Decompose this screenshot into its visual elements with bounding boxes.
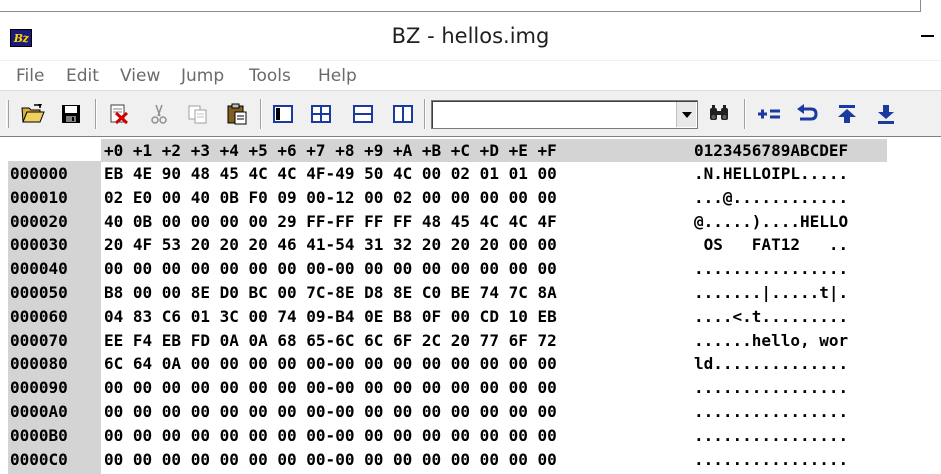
menu-tools[interactable]: Tools xyxy=(249,66,291,86)
menu-jump[interactable]: Jump xyxy=(181,66,224,86)
row-hex-bytes[interactable]: 00 00 00 00 00 00 00 00-00 00 00 00 00 0… xyxy=(104,378,557,397)
hex-row[interactable]: 000090 00 00 00 00 00 00 00 00-00 00 00 0… xyxy=(0,378,941,402)
menu-bar: File Edit View Jump Tools Help xyxy=(0,60,941,90)
add-offset-icon[interactable] xyxy=(756,101,782,127)
row-ascii[interactable]: ....<.t......... xyxy=(694,307,848,326)
background-window-edge xyxy=(0,0,941,13)
row-ascii[interactable]: .N.HELLOIPL..... xyxy=(694,164,848,183)
row-hex-bytes[interactable]: 04 83 C6 01 3C 00 74 09-B4 0E B8 0F 00 C… xyxy=(104,307,557,326)
row-address: 000050 xyxy=(10,283,68,302)
row-address: 0000C0 xyxy=(10,449,68,469)
menu-edit[interactable]: Edit xyxy=(66,66,99,86)
hex-editor-view[interactable]: +0 +1 +2 +3 +4 +5 +6 +7 +8 +9 +A +B +C +… xyxy=(0,136,941,474)
row-ascii[interactable]: ...@............ xyxy=(694,188,848,207)
toolbar-separator xyxy=(744,99,746,129)
row-address: 0000B0 xyxy=(10,425,68,445)
menu-view[interactable]: View xyxy=(120,66,160,86)
hex-row[interactable]: 000040 00 00 00 00 00 00 00 00-00 00 00 0… xyxy=(0,259,941,283)
row-address: 000010 xyxy=(10,187,68,207)
row-address: 000020 xyxy=(10,211,68,231)
hex-row[interactable]: 000070 EE F4 EB FD 0A 0A 68 65-6C 6C 6F 2… xyxy=(0,331,941,355)
hex-row[interactable]: 000010 02 E0 00 40 0B F0 09 00-12 00 02 0… xyxy=(0,188,941,212)
row-hex-bytes[interactable]: 40 0B 00 00 00 00 29 FF-FF FF FF 48 45 4… xyxy=(104,212,557,231)
row-ascii[interactable]: ................ xyxy=(694,402,848,421)
split-horizontal-icon[interactable] xyxy=(350,101,376,127)
toolbar-grip[interactable] xyxy=(6,100,9,128)
row-hex-bytes[interactable]: EB 4E 90 48 45 4C 4C 4F-49 50 4C 00 02 0… xyxy=(104,164,557,183)
menu-help[interactable]: Help xyxy=(318,66,357,86)
split-vertical-icon[interactable] xyxy=(390,101,416,127)
row-ascii[interactable]: @.....)....HELLO xyxy=(694,212,848,231)
hex-row[interactable]: 0000A0 00 00 00 00 00 00 00 00-00 00 00 0… xyxy=(0,402,941,426)
open-icon[interactable] xyxy=(20,101,46,127)
row-address: 0000A0 xyxy=(10,402,68,421)
back-icon[interactable] xyxy=(794,101,820,127)
hex-row[interactable]: 0000C0 00 00 00 00 00 00 00 00-00 00 00 0… xyxy=(0,450,941,474)
row-address: 000000 xyxy=(10,164,68,183)
toolbar-separator xyxy=(424,99,426,129)
copy-icon[interactable] xyxy=(185,101,211,127)
row-address: 000070 xyxy=(10,330,68,350)
ascii-column-header: 0123456789ABCDEF xyxy=(694,141,849,160)
title-bar[interactable]: Bz BZ - hellos.img xyxy=(0,13,941,60)
toolbar-separator xyxy=(95,99,97,129)
view-mode-2-icon[interactable] xyxy=(308,101,334,127)
menu-file[interactable]: File xyxy=(16,66,44,86)
find-icon[interactable] xyxy=(706,101,732,127)
row-hex-bytes[interactable]: 6C 64 0A 00 00 00 00 00-00 00 00 00 00 0… xyxy=(104,354,557,373)
save-icon[interactable] xyxy=(58,101,84,127)
minimize-button[interactable] xyxy=(913,13,941,60)
search-combo[interactable] xyxy=(431,100,698,129)
row-hex-bytes[interactable]: EE F4 EB FD 0A 0A 68 65-6C 6C 6F 2C 20 7… xyxy=(104,331,557,350)
hex-row[interactable]: 000020 40 0B 00 00 00 00 29 FF-FF FF FF 4… xyxy=(0,212,941,236)
hex-row[interactable]: 000060 04 83 C6 01 3C 00 74 09-B4 0E B8 0… xyxy=(0,307,941,331)
row-address: 000090 xyxy=(10,378,68,398)
column-header: +0 +1 +2 +3 +4 +5 +6 +7 +8 +9 +A +B +C +… xyxy=(0,139,941,162)
row-ascii[interactable]: ld.............. xyxy=(694,354,848,373)
row-hex-bytes[interactable]: 00 00 00 00 00 00 00 00-00 00 00 00 00 0… xyxy=(104,402,557,421)
hex-row[interactable]: 000080 6C 64 0A 00 00 00 00 00-00 00 00 0… xyxy=(0,354,941,378)
toolbar xyxy=(0,90,941,136)
row-ascii[interactable]: ................ xyxy=(694,426,848,445)
row-address: 000080 xyxy=(10,354,68,374)
row-ascii[interactable]: OS FAT12 .. xyxy=(694,235,849,254)
row-ascii[interactable]: ................ xyxy=(694,378,848,397)
row-hex-bytes[interactable]: B8 00 00 8E D0 BC 00 7C-8E D8 8E C0 BE 7… xyxy=(104,283,557,302)
delete-icon[interactable] xyxy=(106,101,132,127)
row-address: 000040 xyxy=(10,259,68,279)
toolbar-separator xyxy=(260,99,262,129)
hex-row[interactable]: 000050 B8 00 00 8E D0 BC 00 7C-8E D8 8E C… xyxy=(0,283,941,307)
row-hex-bytes[interactable]: 20 4F 53 20 20 20 46 41-54 31 32 20 20 2… xyxy=(104,235,557,254)
row-hex-bytes[interactable]: 02 E0 00 40 0B F0 09 00-12 00 02 00 00 0… xyxy=(104,188,557,207)
window-title: BZ - hellos.img xyxy=(391,24,550,48)
row-hex-bytes[interactable]: 00 00 00 00 00 00 00 00-00 00 00 00 00 0… xyxy=(104,259,557,278)
row-address: 000030 xyxy=(10,235,68,255)
hex-column-header: +0 +1 +2 +3 +4 +5 +6 +7 +8 +9 +A +B +C +… xyxy=(104,141,557,160)
chevron-down-icon[interactable] xyxy=(676,102,696,127)
jump-bottom-icon[interactable] xyxy=(873,101,899,127)
row-ascii[interactable]: ................ xyxy=(694,450,848,469)
row-ascii[interactable]: .......|.....t|. xyxy=(694,283,848,302)
hex-row[interactable]: 000030 20 4F 53 20 20 20 46 41-54 31 32 2… xyxy=(0,235,941,259)
hex-row[interactable]: 000000 EB 4E 90 48 45 4C 4C 4F-49 50 4C 0… xyxy=(0,164,941,188)
row-hex-bytes[interactable]: 00 00 00 00 00 00 00 00-00 00 00 00 00 0… xyxy=(104,426,557,445)
row-ascii[interactable]: ................ xyxy=(694,259,848,278)
paste-icon[interactable] xyxy=(224,101,250,127)
hex-row[interactable]: 0000B0 00 00 00 00 00 00 00 00-00 00 00 0… xyxy=(0,426,941,450)
row-hex-bytes[interactable]: 00 00 00 00 00 00 00 00-00 00 00 00 00 0… xyxy=(104,450,557,469)
cut-icon[interactable] xyxy=(146,101,172,127)
jump-top-icon[interactable] xyxy=(834,101,860,127)
row-address: 000060 xyxy=(10,306,68,326)
row-ascii[interactable]: ......hello, wor xyxy=(694,331,848,350)
view-mode-1-icon[interactable] xyxy=(270,101,296,127)
